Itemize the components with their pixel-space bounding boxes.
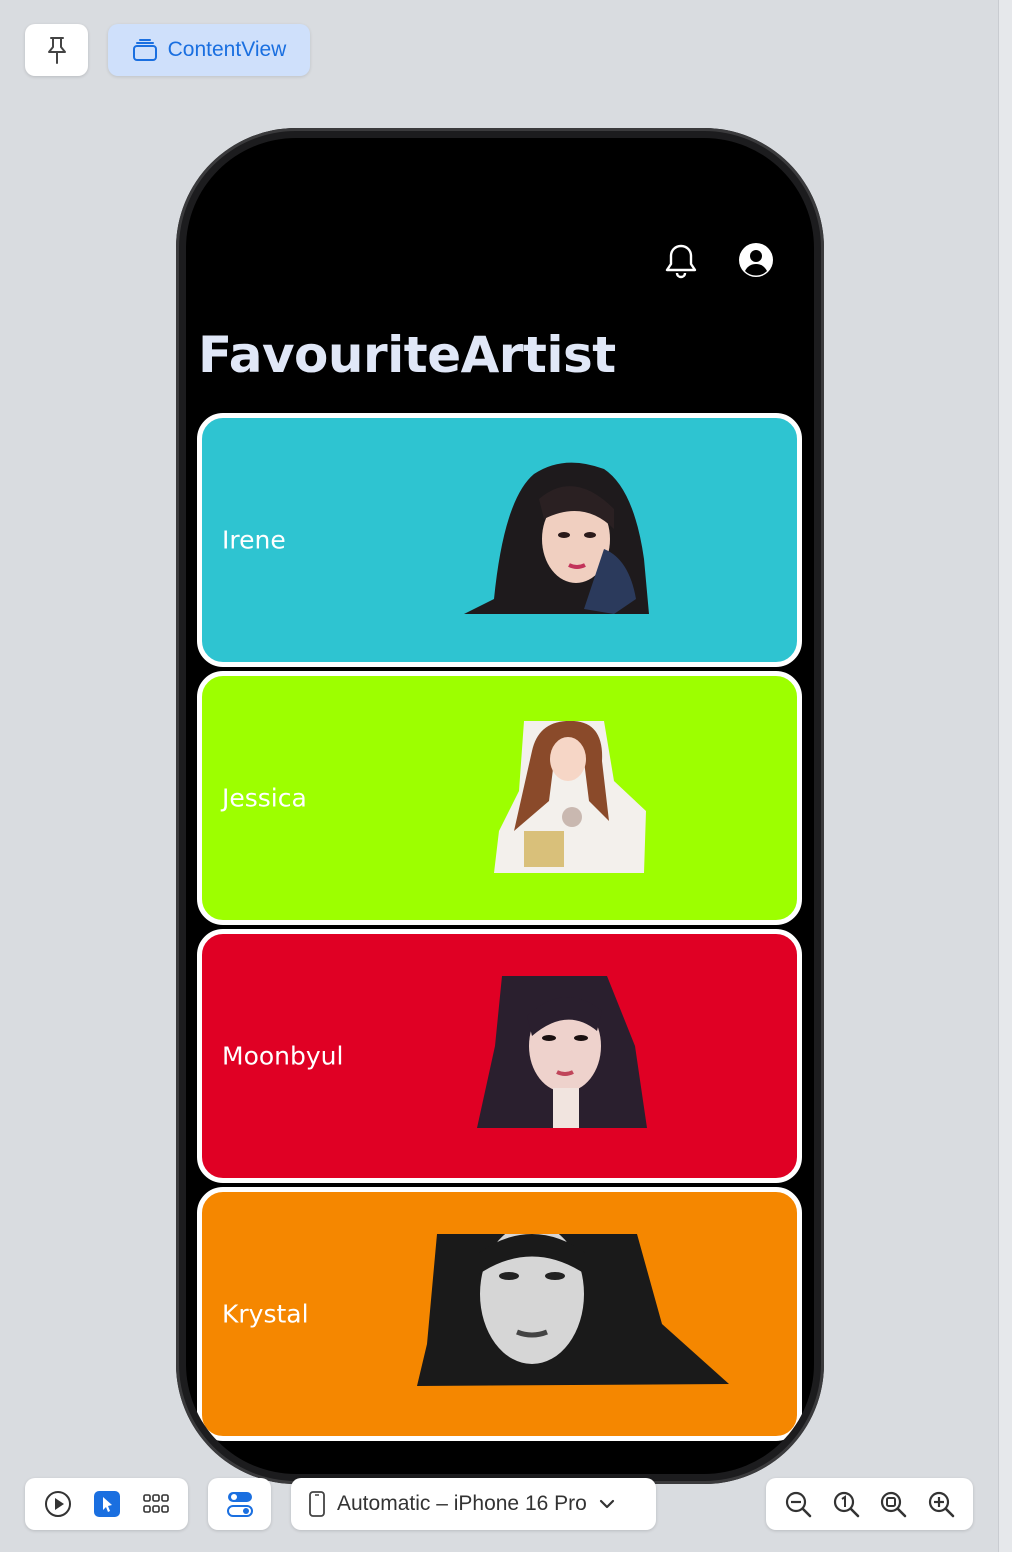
device-label: Automatic – iPhone 16 Pro <box>337 1492 587 1515</box>
variants-button[interactable] <box>208 1478 271 1530</box>
device-selector[interactable]: Automatic – iPhone 16 Pro <box>291 1478 656 1530</box>
play-icon[interactable] <box>44 1490 72 1518</box>
zoom-fit-icon[interactable] <box>879 1490 907 1518</box>
nav-bar-icons <box>664 242 774 280</box>
artist-card-krystal[interactable]: Krystal <box>197 1187 802 1441</box>
zoom-in-icon[interactable] <box>927 1490 955 1518</box>
device-screen: FavouriteArtist Irene Jessica Moonbyul K… <box>186 138 814 1474</box>
pin-icon <box>47 37 66 64</box>
grid-icon[interactable] <box>143 1493 169 1515</box>
iphone-icon <box>309 1491 325 1517</box>
canvas-edge <box>998 0 1012 1552</box>
select-icon[interactable] <box>94 1491 121 1517</box>
artist-photo <box>417 1234 729 1386</box>
person-circle-icon[interactable] <box>738 242 774 278</box>
artist-name: Krystal <box>222 1299 309 1329</box>
zoom-controls <box>766 1478 973 1530</box>
page-title: FavouriteArtist <box>198 326 616 384</box>
canvas-mode-bar <box>25 1478 188 1530</box>
artist-name: Irene <box>222 525 286 555</box>
artist-photo <box>477 976 647 1128</box>
zoom-out-icon[interactable] <box>784 1490 812 1518</box>
artist-card-moonbyul[interactable]: Moonbyul <box>197 929 802 1183</box>
toggles-icon <box>226 1492 253 1517</box>
artist-photo <box>494 721 646 873</box>
stack-icon <box>132 39 157 61</box>
chevron-down-icon <box>599 1499 614 1509</box>
bell-icon[interactable] <box>664 242 698 280</box>
pin-button[interactable] <box>25 24 88 76</box>
zoom-actual-icon[interactable] <box>832 1490 860 1518</box>
artist-name: Moonbyul <box>222 1041 344 1071</box>
artist-card-irene[interactable]: Irene <box>197 413 802 667</box>
artist-name: Jessica <box>222 783 307 813</box>
content-view-button[interactable]: ContentView <box>108 24 310 76</box>
artist-photo <box>464 462 649 614</box>
artist-card-jessica[interactable]: Jessica <box>197 671 802 925</box>
content-view-label: ContentView <box>167 38 287 61</box>
